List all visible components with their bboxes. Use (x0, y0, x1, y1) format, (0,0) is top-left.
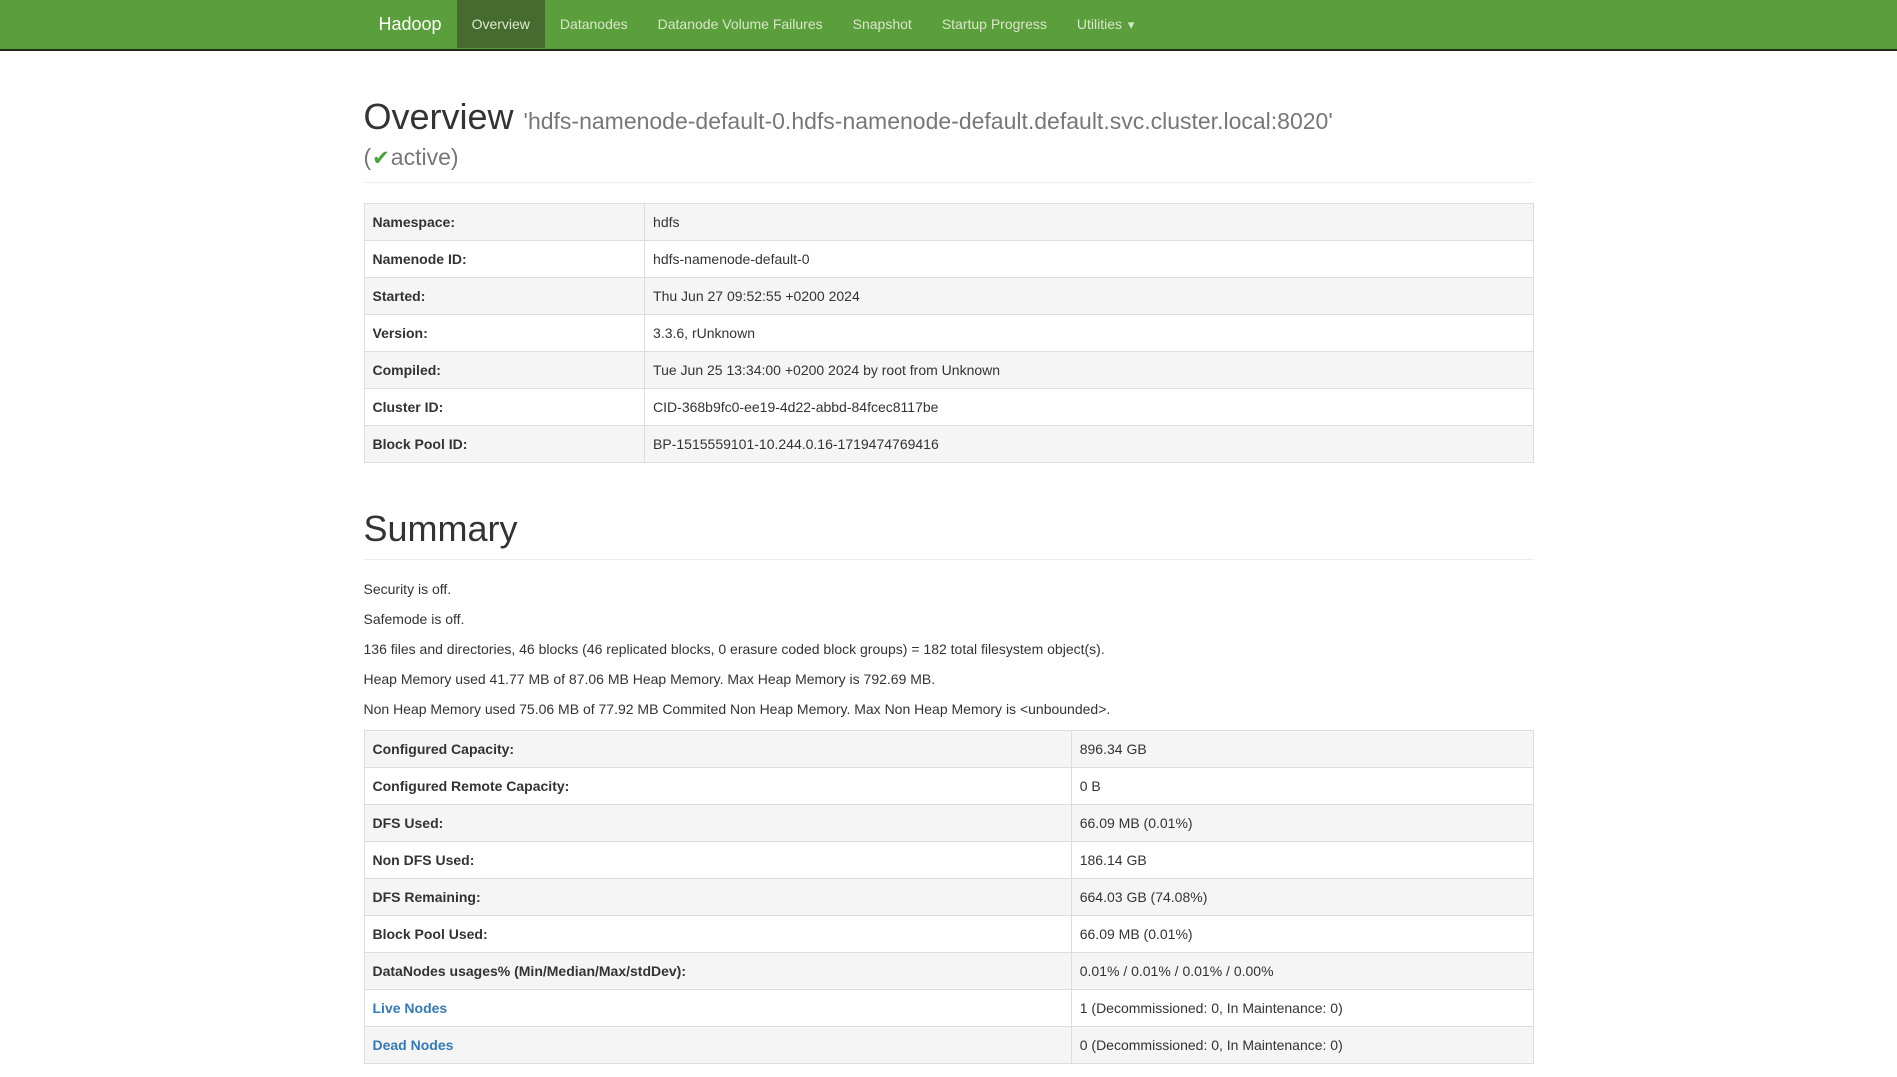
row-value: 66.09 MB (0.01%) (1071, 805, 1533, 842)
row-value: hdfs (645, 204, 1533, 241)
row-value: 0.01% / 0.01% / 0.01% / 0.00% (1071, 953, 1533, 990)
row-value: 186.14 GB (1071, 842, 1533, 879)
row-label: Configured Remote Capacity: (364, 768, 1071, 805)
dead-nodes-link[interactable]: Dead Nodes (373, 1037, 454, 1053)
namenode-address: 'hdfs-namenode-default-0.hdfs-namenode-d… (524, 108, 1333, 134)
overview-header: Overview 'hdfs-namenode-default-0.hdfs-n… (364, 97, 1534, 183)
row-label: DataNodes usages% (Min/Median/Max/stdDev… (364, 953, 1071, 990)
namenode-state: (✔active) (364, 143, 1534, 173)
row-value: 664.03 GB (74.08%) (1071, 879, 1533, 916)
row-label: Cluster ID: (364, 389, 645, 426)
row-label: Started: (364, 278, 645, 315)
nav-item-overview-wrap: Overview (457, 0, 545, 49)
row-label: DFS Used: (364, 805, 1071, 842)
table-row: Cluster ID:CID-368b9fc0-ee19-4d22-abbd-8… (364, 389, 1533, 426)
row-value: Thu Jun 27 09:52:55 +0200 2024 (645, 278, 1533, 315)
table-row: Configured Capacity:896.34 GB (364, 731, 1533, 768)
table-row: Live Nodes 1 (Decommissioned: 0, In Maint… (364, 990, 1533, 1027)
table-row: DataNodes usages% (Min/Median/Max/stdDev… (364, 953, 1533, 990)
nav-item-snapshot[interactable]: Snapshot (838, 0, 927, 48)
row-label: Block Pool ID: (364, 426, 645, 463)
nav-item-datanode-volume-failures[interactable]: Datanode Volume Failures (643, 0, 838, 48)
row-label: Namespace: (364, 204, 645, 241)
row-value: hdfs-namenode-default-0 (645, 241, 1533, 278)
security-status-text: Security is off. (364, 580, 1534, 600)
table-row: Block Pool Used:66.09 MB (0.01%) (364, 916, 1533, 953)
table-row: Block Pool ID:BP-1515559101-10.244.0.16-… (364, 426, 1533, 463)
row-label: Live Nodes (364, 990, 1071, 1027)
row-value: 0 B (1071, 768, 1533, 805)
filesystem-objects-text: 136 files and directories, 46 blocks (46… (364, 640, 1534, 660)
nav-item-utilities-dropdown[interactable]: Utilities ▾ (1062, 0, 1150, 49)
summary-table: Configured Capacity:896.34 GB Configured… (364, 730, 1534, 1064)
table-row: Non DFS Used:186.14 GB (364, 842, 1533, 879)
navbar: Hadoop Overview Datanodes Datanode Volum… (0, 0, 1897, 51)
row-label: DFS Remaining: (364, 879, 1071, 916)
nav-item-startup-progress-wrap: Startup Progress (927, 0, 1062, 49)
row-label: Dead Nodes (364, 1027, 1071, 1064)
nav-item-overview[interactable]: Overview (457, 0, 545, 48)
table-row: Namespace:hdfs (364, 204, 1533, 241)
nav-item-utilities-wrap: Utilities ▾ (1062, 0, 1150, 49)
row-label: Namenode ID: (364, 241, 645, 278)
table-row: Namenode ID:hdfs-namenode-default-0 (364, 241, 1533, 278)
live-nodes-link[interactable]: Live Nodes (373, 1000, 448, 1016)
state-label: active) (391, 144, 459, 170)
main-content: Overview 'hdfs-namenode-default-0.hdfs-n… (349, 97, 1549, 1064)
table-row: Dead Nodes 0 (Decommissioned: 0, In Maint… (364, 1027, 1533, 1064)
row-value: 0 (Decommissioned: 0, In Maintenance: 0) (1071, 1027, 1533, 1064)
nav-item-datanode-volume-failures-wrap: Datanode Volume Failures (643, 0, 838, 49)
table-row: Configured Remote Capacity:0 B (364, 768, 1533, 805)
heap-memory-text: Heap Memory used 41.77 MB of 87.06 MB He… (364, 670, 1534, 690)
row-label: Non DFS Used: (364, 842, 1071, 879)
nav-item-datanodes[interactable]: Datanodes (545, 0, 643, 48)
table-row: DFS Used:66.09 MB (0.01%) (364, 805, 1533, 842)
row-label: Version: (364, 315, 645, 352)
row-value: Tue Jun 25 13:34:00 +0200 2024 by root f… (645, 352, 1533, 389)
summary-header: Summary (364, 509, 1534, 560)
nav-item-snapshot-wrap: Snapshot (838, 0, 927, 49)
active-check-icon: ✔ (371, 147, 391, 170)
row-label: Compiled: (364, 352, 645, 389)
row-label: Block Pool Used: (364, 916, 1071, 953)
table-row: DFS Remaining:664.03 GB (74.08%) (364, 879, 1533, 916)
table-row: Compiled:Tue Jun 25 13:34:00 +0200 2024 … (364, 352, 1533, 389)
navbar-container: Hadoop Overview Datanodes Datanode Volum… (349, 0, 1549, 49)
row-value: 66.09 MB (0.01%) (1071, 916, 1533, 953)
summary-title: Summary (364, 509, 1534, 549)
brand-hadoop[interactable]: Hadoop (364, 0, 457, 49)
safemode-status-text: Safemode is off. (364, 610, 1534, 630)
caret-down-icon: ▾ (1128, 15, 1135, 35)
page-title-text: Overview (364, 96, 514, 137)
non-heap-memory-text: Non Heap Memory used 75.06 MB of 77.92 M… (364, 700, 1534, 720)
page-title: Overview 'hdfs-namenode-default-0.hdfs-n… (364, 97, 1534, 172)
row-value: 896.34 GB (1071, 731, 1533, 768)
nav-item-datanodes-wrap: Datanodes (545, 0, 643, 49)
nav-item-utilities-label: Utilities (1077, 16, 1122, 32)
row-value: BP-1515559101-10.244.0.16-1719474769416 (645, 426, 1533, 463)
row-value: CID-368b9fc0-ee19-4d22-abbd-84fcec8117be (645, 389, 1533, 426)
table-row: Version:3.3.6, rUnknown (364, 315, 1533, 352)
overview-info-table: Namespace:hdfs Namenode ID:hdfs-namenode… (364, 203, 1534, 463)
row-value: 1 (Decommissioned: 0, In Maintenance: 0) (1071, 990, 1533, 1027)
row-value: 3.3.6, rUnknown (645, 315, 1533, 352)
row-label: Configured Capacity: (364, 731, 1071, 768)
nav-item-startup-progress[interactable]: Startup Progress (927, 0, 1062, 48)
table-row: Started:Thu Jun 27 09:52:55 +0200 2024 (364, 278, 1533, 315)
navbar-menu: Overview Datanodes Datanode Volume Failu… (457, 0, 1150, 49)
